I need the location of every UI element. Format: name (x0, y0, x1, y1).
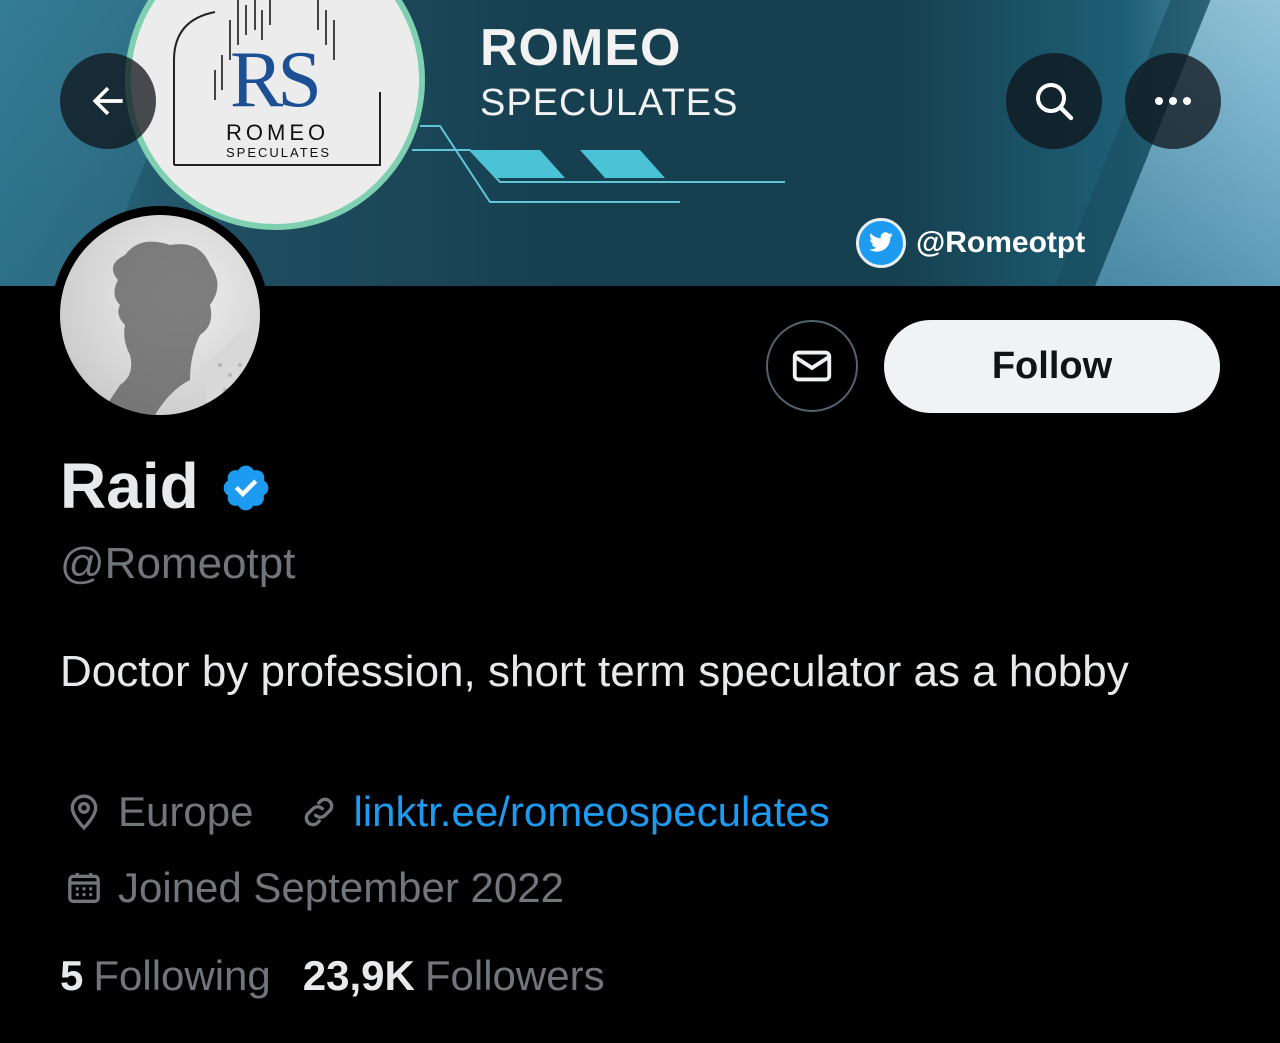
link-icon (295, 788, 343, 836)
banner-brand-subtitle: SPECULATES (480, 82, 739, 124)
more-icon (1155, 97, 1191, 105)
logo-name: ROMEO (226, 120, 330, 145)
twitter-bird-icon (856, 218, 906, 268)
more-button[interactable] (1125, 53, 1221, 149)
followers-stat[interactable]: 23,9K Followers (303, 952, 605, 1000)
followers-count: 23,9K (302, 952, 415, 999)
search-button[interactable] (1006, 53, 1102, 149)
follow-button[interactable]: Follow (884, 320, 1220, 413)
following-count: 5 (60, 952, 84, 999)
profile-stats: 5 Following 23,9K Followers (60, 952, 637, 1000)
profile-joined-row: Joined September 2022 (60, 864, 564, 912)
followers-label: Followers (424, 952, 605, 999)
banner-brand-title: ROMEO (480, 19, 682, 77)
profile-bio: Doctor by profession, short term specula… (60, 647, 1129, 696)
following-stat[interactable]: 5 Following (60, 952, 271, 1000)
profile-handle: @Romeotpt (60, 539, 296, 588)
logo-tagline: SPECULATES (226, 145, 332, 160)
mail-icon (792, 350, 832, 382)
banner-twitter-handle: @Romeotpt (916, 226, 1086, 259)
profile-location: Europe (118, 788, 254, 835)
avatar-image (60, 215, 260, 415)
following-label: Following (93, 952, 271, 999)
back-button[interactable] (60, 53, 156, 149)
profile-website-link[interactable]: linktr.ee/romeospeculates (353, 788, 829, 836)
search-icon (1036, 83, 1074, 121)
display-name: Raid (60, 450, 199, 522)
profile-meta-row: Europe linktr.ee/romeospeculates (60, 788, 830, 836)
profile-avatar[interactable] (51, 206, 269, 424)
calendar-icon (60, 864, 108, 912)
profile-joined-date: Joined September 2022 (118, 864, 564, 911)
verified-badge-icon[interactable] (220, 462, 272, 514)
arrow-left-icon (92, 86, 123, 116)
message-button[interactable] (766, 320, 858, 412)
logo-initials: RS (230, 36, 322, 124)
location-pin-icon (60, 788, 108, 836)
